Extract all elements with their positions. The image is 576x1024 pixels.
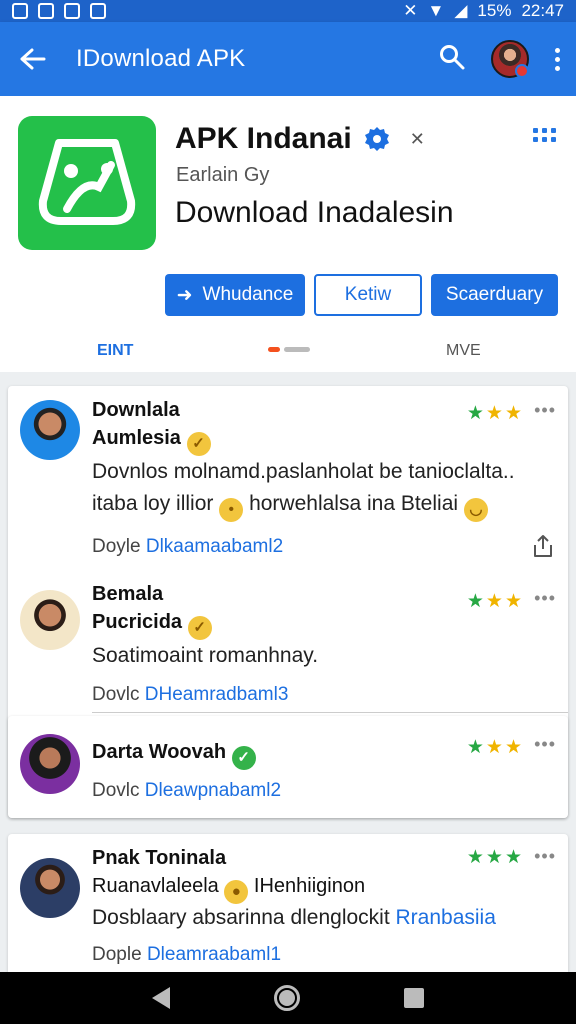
mute-icon: ✕ [403,1,418,20]
share-icon[interactable] [532,534,554,558]
apps-grid-icon[interactable] [533,128,556,142]
review-card: Darta Woovah ✓ ★★★ ••• Dovlc Dleawpnabam… [8,716,568,818]
reviewer-name: Pnak Toninala Ruanavlaleela ● IHenhiigin… [92,844,365,904]
nav-back-icon[interactable] [152,987,170,1009]
notification-icon [64,3,80,19]
review-meta: Doyle Dlkaamaabaml2 [92,536,283,558]
avatar[interactable] [20,858,80,918]
nav-home-icon[interactable] [274,985,300,1011]
signal-icon: ◢ [454,1,468,20]
tab-left[interactable]: EINT [97,342,133,360]
reviewer-name-text: Darta Woovah [92,741,227,763]
battery-level: 15% [477,1,512,20]
app-name-text: APK Indanai [175,122,352,155]
more-horiz-icon[interactable]: ••• [534,846,556,867]
system-indicators: ✕ ▼ ◢ 15% 22:47 [403,1,564,21]
reviewer-name-line: Pucricida ✓ [92,608,212,640]
reviewer-name: Downlala Aumlesia ✓ [92,396,211,456]
review-text-line: itaba loy illior • horwehlalsa ina Bteli… [92,488,515,522]
primary-action-button[interactable]: ➜ Whudance [165,274,305,316]
verified-icon [364,127,389,151]
tab-right[interactable]: MVE [446,342,481,360]
check-badge-icon: ✓ [187,616,212,640]
review-text-part: Dosblaary absarinna dlenglockit [92,906,390,929]
more-horiz-icon[interactable]: ••• [534,400,556,421]
avatar[interactable] [20,590,80,650]
app-logo [18,116,156,250]
arrow-right-icon: ➜ [176,284,193,306]
divider [92,712,568,713]
more-vert-icon[interactable] [555,47,560,71]
clock: 22:47 [521,1,564,20]
review-meta-prefix: Dople [92,944,142,965]
reviewer-name-text: Pucricida [92,611,183,633]
review-meta: Dople Dleamraabaml1 [92,944,281,966]
notification-icons [12,3,106,19]
rating-stars: ★★★ [466,847,524,868]
page-indicator [268,347,310,352]
review-text-line: Dovnlos molnamd.paslanholat be tanioclal… [92,460,515,483]
reviewer-name-line: Pnak Toninala [92,847,227,869]
notification-icon [12,3,28,19]
notification-icon [90,3,106,19]
location-pin-icon: ● [224,880,249,904]
review-meta-prefix: Dovlc [92,684,140,705]
outline-action-button[interactable]: Ketiw [314,274,422,316]
wifi-icon: ▼ [427,1,445,20]
review-text-line: Soatimoaint romanhnay. [92,644,319,667]
status-bar: ✕ ▼ ◢ 15% 22:47 [0,0,576,22]
review-meta-link[interactable]: DHeamradbaml3 [145,684,289,705]
app-subtitle: Earlain Gy [176,164,270,186]
account-avatar[interactable] [491,40,529,78]
secondary-action-button[interactable]: Scaerduary [431,274,558,316]
review-meta: Dovlc Dleawpnabaml2 [92,780,281,802]
review-meta-link[interactable]: Dleamraabaml1 [147,944,281,965]
reviewer-name-line: Bemala [92,583,164,605]
review-meta-link[interactable]: Dleawpnabaml2 [145,780,281,801]
system-nav-bar [0,972,576,1024]
review-text: Dosblaary absarinna dlenglockit Rranbasi… [92,902,496,934]
reviewer-name-text: Aumlesia [92,427,181,449]
more-horiz-icon[interactable]: ••• [534,588,556,609]
app-tagline: Download Inadalesin [175,196,454,229]
review-card: Pnak Toninala Ruanavlaleela ● IHenhiigin… [8,834,568,976]
review-meta-prefix: Doyle [92,536,141,557]
rating-stars: ★★★ [466,591,524,612]
close-icon[interactable]: ✕ [410,129,425,150]
review-text-part: horwehlalsa ina Bteliai [249,492,459,515]
emoji-icon: • [219,498,244,522]
app-bar-title: IDownload APK [76,45,246,72]
rating-stars: ★★★ [466,737,524,758]
check-badge-icon: ✓ [231,746,256,770]
arrow-left-icon[interactable] [16,42,50,76]
app-name: APK Indanai ✕ [175,122,425,156]
review-meta-link[interactable]: Dlkaamaabaml2 [146,536,283,557]
reviewer-name-line: Aumlesia ✓ [92,424,211,456]
check-badge-icon: ✓ [186,432,211,456]
reviewer-name: Bemala Pucricida ✓ [92,580,212,640]
reviewer-name-line: Ruanavlaleela ● IHenhiiginon [92,872,365,904]
reviewer-name-text: Ruanavlaleela [92,875,219,897]
reviewer-location: IHenhiiginon [253,875,366,897]
app-header: APK Indanai ✕ Earlain Gy Download Inadal… [0,96,576,372]
avatar[interactable] [20,400,80,460]
app-bar: IDownload APK [0,22,576,96]
review-text: Dovnlos molnamd.paslanholat be tanioclal… [92,456,515,522]
more-horiz-icon[interactable]: ••• [534,734,556,755]
reviewer-name-line: Downlala [92,399,180,421]
emoji-icon: ◡ [463,498,488,522]
reviewer-name: Darta Woovah ✓ [92,738,256,770]
primary-action-label: Whudance [202,284,294,305]
review-meta: Dovlc DHeamradbaml3 [92,684,288,706]
avatar[interactable] [20,734,80,794]
review-meta-prefix: Dovlc [92,780,140,801]
review-text: Soatimoaint romanhnay. [92,640,318,672]
rating-stars: ★★★ [466,403,524,424]
search-icon[interactable] [439,44,465,75]
nav-recents-icon[interactable] [404,988,424,1008]
review-text-part: itaba loy illior [92,492,214,515]
notification-icon [38,3,54,19]
review-text-link[interactable]: Rranbasiia [396,906,496,929]
